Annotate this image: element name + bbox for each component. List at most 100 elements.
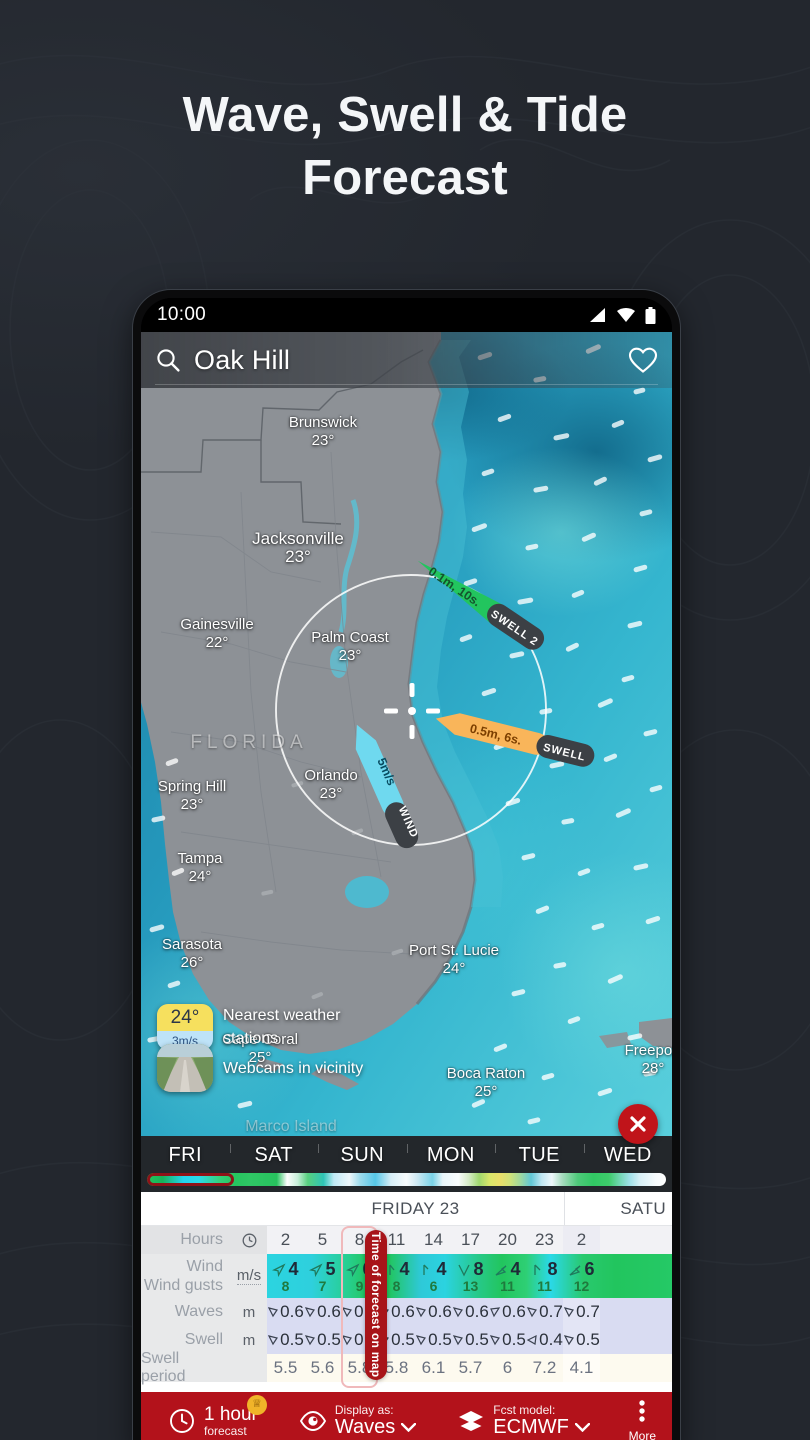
webcams-overlay[interactable]: Webcams in vicinity xyxy=(157,1044,363,1092)
search-bar[interactable]: Oak Hill xyxy=(141,332,672,388)
wave-direction-icon xyxy=(416,1307,427,1318)
unit-swell: m xyxy=(231,1326,267,1354)
promo-title-line2: Forecast xyxy=(302,151,508,205)
day-tab-tue[interactable]: TUE xyxy=(495,1136,584,1167)
search-icon[interactable] xyxy=(155,347,181,373)
swell-period-cell: 5.6 xyxy=(310,1358,335,1377)
heart-icon[interactable] xyxy=(628,345,658,375)
wind-gust-value: 7 xyxy=(318,1278,327,1294)
forecast-table-header: FRIDAY 23 SATU xyxy=(141,1192,672,1226)
swell-cells: 0.5 0.5 0.5 0.5 0.5 0.5 0.5 0.4 0.5 xyxy=(267,1326,672,1354)
forecast-model-button[interactable]: Fcst model: ECMWF xyxy=(458,1404,590,1438)
header-day-saturday: SATU xyxy=(564,1192,672,1225)
forecast-timeline-slider[interactable] xyxy=(147,1173,666,1186)
hour-cell: 2 xyxy=(280,1230,291,1249)
battery-icon xyxy=(645,306,656,324)
waves-cell: 0.6 xyxy=(452,1298,489,1326)
kebab-menu-icon xyxy=(639,1399,646,1422)
forecast-interval-button[interactable]: 1 hour forecast ♕ xyxy=(169,1394,267,1438)
unit-swell-period xyxy=(231,1354,267,1382)
hour-cell: 2 xyxy=(563,1226,600,1254)
header-day-friday: FRIDAY 23 xyxy=(371,1198,460,1218)
search-input[interactable]: Oak Hill xyxy=(194,345,290,376)
waves-cell: 0.6 xyxy=(489,1298,526,1326)
swell-period-cell: 4.1 xyxy=(563,1354,600,1382)
wind-direction-icon xyxy=(534,1264,541,1275)
wave-direction-icon xyxy=(342,1307,353,1318)
swell-direction-icon xyxy=(490,1335,501,1346)
day-tab-fri[interactable]: FRI xyxy=(141,1136,230,1167)
station-temp: 24° xyxy=(157,1004,213,1031)
page-title: Wave, Swell & Tide Forecast xyxy=(0,84,810,210)
display-as-value: Waves xyxy=(334,1415,396,1438)
hour-cell: 5 xyxy=(317,1230,328,1249)
wind-gust-value: 6 xyxy=(429,1278,438,1294)
wind-direction-icon xyxy=(423,1264,429,1275)
map-crosshair-icon xyxy=(384,683,440,739)
wave-direction-icon xyxy=(490,1307,501,1318)
day-tab-sat[interactable]: SAT xyxy=(229,1136,319,1167)
forecast-table[interactable]: FRIDAY 23 SATU Hours 2 5 8 11 14 17 20 2… xyxy=(141,1192,672,1392)
day-tabs-bar[interactable]: FRI SAT SUN MON TUE WED xyxy=(141,1136,672,1192)
signal-icon xyxy=(590,308,605,322)
row-label-wind: Wind Wind gusts xyxy=(141,1254,231,1298)
wind-direction-icon xyxy=(309,1262,324,1277)
time-of-forecast-badge[interactable]: Time of forecast on map xyxy=(365,1230,387,1380)
more-button[interactable]: More xyxy=(628,1399,656,1440)
swell-cell: 0.5 xyxy=(304,1326,341,1354)
swell-period-cell: 5.5 xyxy=(273,1358,298,1377)
bottom-toolbar[interactable]: 1 hour forecast ♕ Display as: Waves Fcst… xyxy=(141,1392,672,1440)
weather-map[interactable]: SWELL 2 0.1m, 10s. SWELL 0.5m, 6s. WIND … xyxy=(141,332,672,1136)
unit-waves: m xyxy=(231,1298,267,1326)
wind-direction-icon xyxy=(346,1262,361,1277)
webcam-road-image xyxy=(157,1044,213,1092)
state-label-florida: FLORIDA xyxy=(190,732,308,753)
table-row-swell-period: Swell period 5.5 5.6 5.8 5.8 6.1 5.7 6 7… xyxy=(141,1350,672,1385)
forecast-model-label: Fcst model: xyxy=(493,1403,556,1418)
swell-cell: 0.5 xyxy=(267,1326,304,1354)
city-label-marco-island: Marco Island xyxy=(245,1118,337,1135)
wind-direction-icon xyxy=(458,1264,471,1276)
wind-gust-value: 12 xyxy=(573,1278,590,1294)
table-row-wind: Wind Wind gusts m/s 4 8 5 7 9 4 8 4 6 8 … xyxy=(141,1254,672,1298)
display-as-button[interactable]: Display as: Waves xyxy=(299,1403,417,1438)
table-row-hours: Hours 2 5 8 11 14 17 20 23 2 xyxy=(141,1226,672,1254)
row-label-waves: Waves xyxy=(141,1298,231,1326)
swell-cell: 0.5 xyxy=(452,1326,489,1354)
waves-cell: 0.6 xyxy=(415,1298,452,1326)
swell-period-cell: 7.2 xyxy=(532,1358,557,1377)
day-tab-mon[interactable]: MON xyxy=(406,1136,496,1167)
chevron-down-icon xyxy=(401,1422,417,1432)
hours-cells: 2 5 8 11 14 17 20 23 2 xyxy=(267,1226,672,1254)
swell-direction-icon xyxy=(416,1335,427,1346)
day-tab-sun[interactable]: SUN xyxy=(318,1136,407,1167)
wind-gust-value: 8 xyxy=(281,1278,290,1294)
wind-cell: 8 11 xyxy=(526,1254,563,1298)
clock-icon xyxy=(231,1226,267,1254)
swell-period-cell: 6.1 xyxy=(421,1358,446,1377)
swell-period-cells: 5.5 5.6 5.8 5.8 6.1 5.7 6 7.2 4.1 xyxy=(267,1354,672,1382)
swell-direction-icon xyxy=(305,1335,316,1346)
wind-cell: 5 7 xyxy=(304,1254,341,1298)
waves-cell: 0.7 xyxy=(563,1298,600,1326)
swell-direction-icon xyxy=(342,1335,353,1346)
eye-icon xyxy=(299,1411,326,1431)
wind-direction-icon xyxy=(570,1264,581,1276)
hour-cell: 17 xyxy=(461,1230,480,1249)
forecast-model-value: ECMWF xyxy=(493,1415,569,1438)
wind-label: Wind xyxy=(186,1258,223,1275)
promo-page: Wave, Swell & Tide Forecast 10:00 SWELL … xyxy=(0,0,810,1440)
close-panel-button[interactable] xyxy=(618,1104,658,1144)
display-as-label: Display as: xyxy=(334,1403,394,1418)
swell-cell: 0.5 xyxy=(489,1326,526,1354)
status-bar-clock: 10:00 xyxy=(157,304,207,325)
promo-title-line1: Wave, Swell & Tide xyxy=(182,88,628,142)
swell-direction-icon xyxy=(453,1335,464,1346)
more-label: More xyxy=(628,1428,656,1440)
header-spacer xyxy=(141,1192,267,1225)
wind-cell: 6 12 xyxy=(563,1254,600,1298)
row-label-swell-period: Swell period xyxy=(141,1350,231,1385)
wind-cell: 4 11 xyxy=(489,1254,526,1298)
wind-cells: 4 8 5 7 6 9 4 8 xyxy=(267,1254,672,1298)
hour-cell: 14 xyxy=(424,1230,443,1249)
